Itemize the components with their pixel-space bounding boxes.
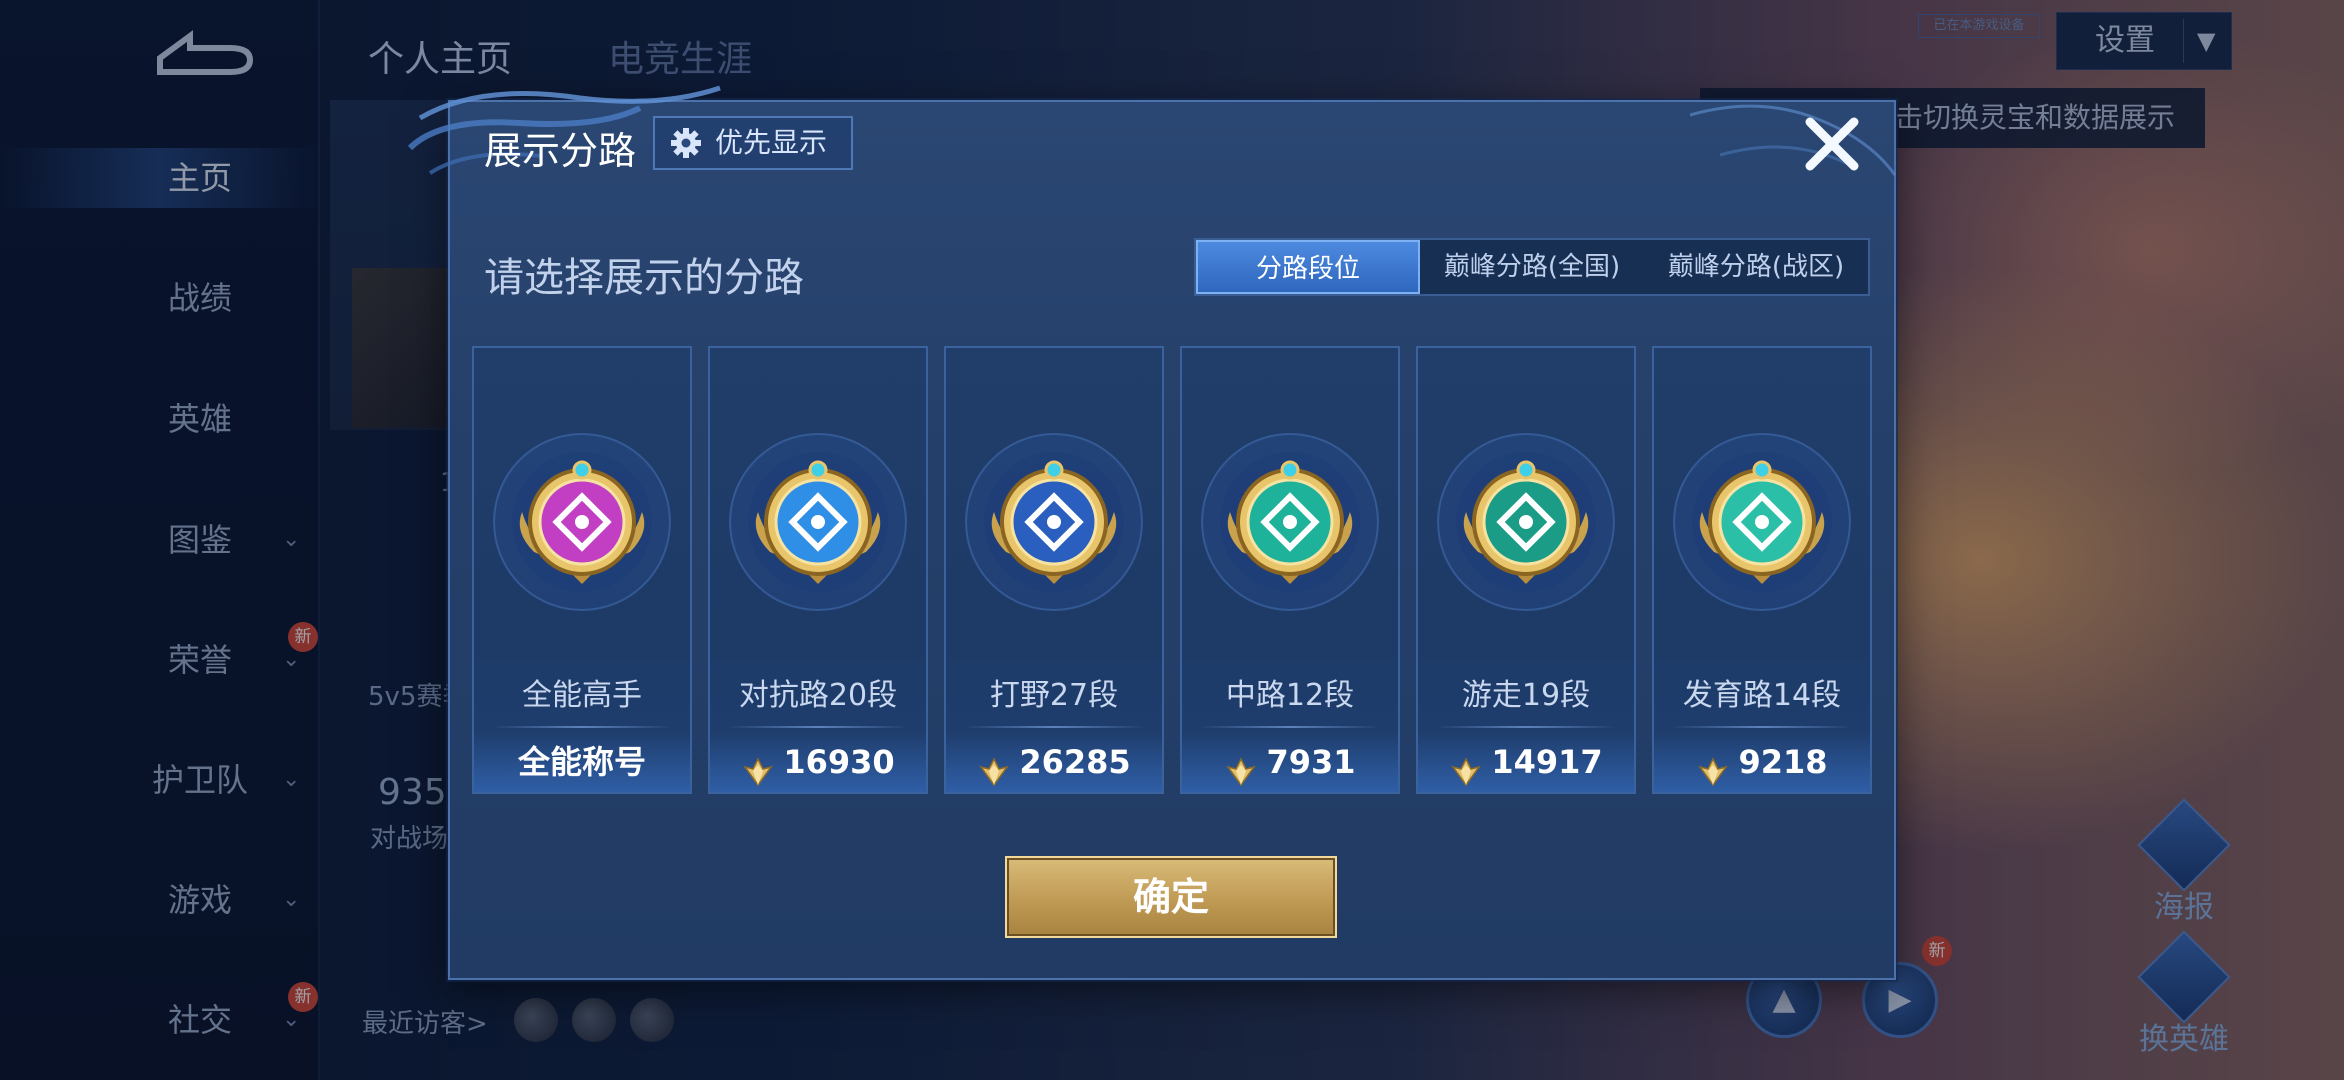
lane-card[interactable]: 对抗路20段 16930 <box>708 346 928 794</box>
dialog-title: 展示分路 <box>484 129 637 173</box>
lane-value: 全能称号 <box>517 743 646 781</box>
lane-value: 7931 <box>1266 743 1356 781</box>
lane-value-row: 14917 <box>1418 732 1634 792</box>
lane-value-row: 16930 <box>710 732 926 792</box>
priority-display-label: 优先显示 <box>715 126 828 159</box>
tab-peak-lane-region[interactable]: 巅峰分路(战区) <box>1644 240 1868 294</box>
mid-lane-badge-icon <box>1182 412 1398 622</box>
lane-card[interactable]: 发育路14段 9218 <box>1652 346 1872 794</box>
close-icon[interactable] <box>1800 112 1864 176</box>
confirm-button[interactable]: 确定 <box>1005 856 1337 938</box>
lane-value-row: 9218 <box>1654 732 1870 792</box>
roam-badge-icon <box>1418 412 1634 622</box>
peak-score-icon <box>1696 746 1730 787</box>
lane-name: 发育路14段 <box>1682 678 1842 713</box>
divider <box>728 726 908 728</box>
divider <box>1200 726 1380 728</box>
dialog-subtitle: 请选择展示的分路 <box>484 255 804 301</box>
lane-value-row: 26285 <box>946 732 1162 792</box>
lane-card[interactable]: 游走19段 14917 <box>1416 346 1636 794</box>
lane-value: 9218 <box>1738 743 1828 781</box>
peak-score-icon <box>1449 746 1483 787</box>
farm-lane-badge-icon <box>1654 412 1870 622</box>
clash-lane-badge-icon <box>710 412 926 622</box>
divider <box>1436 726 1616 728</box>
lane-value-row: 全能称号 <box>474 732 690 792</box>
lane-name: 游走19段 <box>1461 678 1591 713</box>
lane-name: 对抗路20段 <box>738 678 898 713</box>
lane-name: 打野27段 <box>989 678 1119 713</box>
dialog-ornament <box>1690 104 1897 176</box>
gear-icon <box>671 128 701 158</box>
all-round-badge-icon <box>474 412 690 622</box>
peak-score-icon <box>977 746 1011 787</box>
divider <box>1672 726 1852 728</box>
lane-card[interactable]: 打野27段 26285 <box>944 346 1164 794</box>
lane-value-row: 7931 <box>1182 732 1398 792</box>
lane-type-tabs: 分路段位 巅峰分路(全国) 巅峰分路(战区) <box>1194 238 1870 296</box>
lane-value: 14917 <box>1491 743 1603 781</box>
lane-name: 全能高手 <box>522 678 642 713</box>
divider <box>492 726 672 728</box>
priority-display-button[interactable]: 优先显示 <box>653 116 853 170</box>
lane-value: 26285 <box>1019 743 1131 781</box>
lane-card[interactable]: 全能高手 全能称号 <box>472 346 692 794</box>
tab-lane-rank[interactable]: 分路段位 <box>1196 240 1420 294</box>
peak-score-icon <box>1224 746 1258 787</box>
peak-score-icon <box>741 746 775 787</box>
divider <box>964 726 1144 728</box>
lane-value: 16930 <box>783 743 895 781</box>
jungle-badge-icon <box>946 412 1162 622</box>
tab-peak-lane-national[interactable]: 巅峰分路(全国) <box>1420 240 1644 294</box>
lane-name: 中路12段 <box>1225 678 1355 713</box>
lane-card[interactable]: 中路12段 7931 <box>1180 346 1400 794</box>
